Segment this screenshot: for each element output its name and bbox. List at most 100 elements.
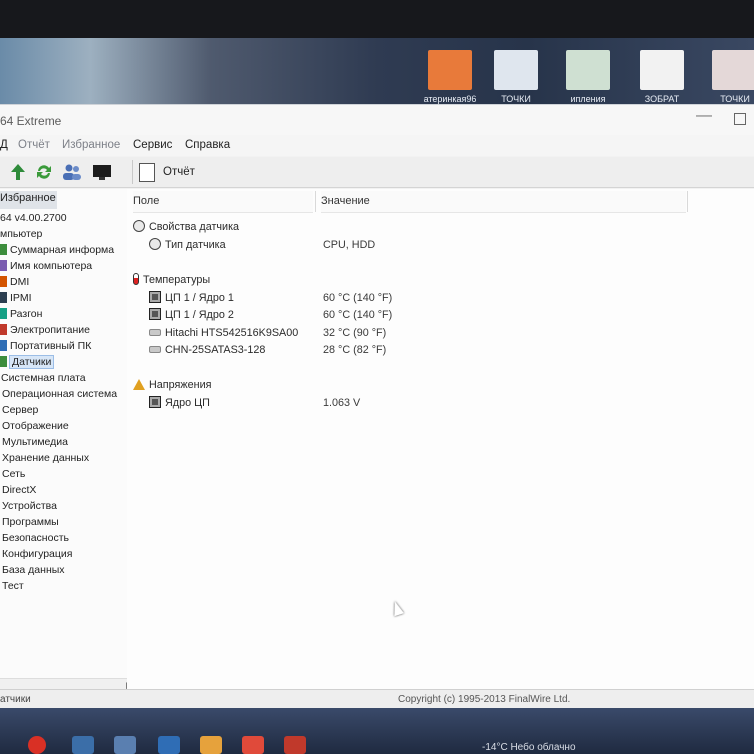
tree-item-label: Портативный ПК: [10, 340, 92, 352]
tree-item[interactable]: Разгон: [0, 307, 42, 322]
menu-service[interactable]: Сервис: [133, 139, 172, 151]
tree-item-label: 64 v4.00.2700: [0, 212, 67, 224]
menu-file[interactable]: Д: [0, 139, 8, 151]
sensor-row[interactable]: ЦП 1 / Ядро 1: [149, 290, 234, 306]
window-title: 64 Extreme: [0, 114, 62, 128]
menu-favorites[interactable]: Избранное: [62, 139, 120, 151]
tree-item-label: Сеть: [2, 468, 26, 480]
tree-item-label: DirectX: [2, 484, 37, 496]
tree-item[interactable]: Хранение данных: [2, 451, 89, 466]
desktop-image-icon[interactable]: [712, 50, 754, 90]
sensor-value: 32 °C (90 °F): [323, 326, 387, 339]
tree-item-label: IPMI: [10, 292, 32, 304]
refresh-icon[interactable]: [34, 163, 54, 181]
tree-item[interactable]: Отображение: [2, 419, 69, 434]
tree-item-label: Операционная система: [2, 388, 118, 400]
tree-item[interactable]: Операционная система: [2, 387, 117, 402]
screen-bezel: [0, 0, 754, 38]
sensor-row[interactable]: ЦП 1 / Ядро 2: [149, 307, 234, 323]
menu-report[interactable]: Отчёт: [18, 139, 50, 151]
column-separator[interactable]: [315, 191, 316, 212]
tree-item-icon: [0, 308, 7, 319]
app-icon[interactable]: [158, 736, 180, 754]
tree-item[interactable]: Безопасность: [2, 531, 69, 546]
sensor-field: CHN-25SATAS3-128: [165, 344, 266, 356]
tree-item-label: Мультимедиа: [2, 436, 68, 448]
sensor-field: Ядро ЦП: [165, 396, 210, 409]
tree-item[interactable]: Портативный ПК: [0, 339, 91, 354]
sensor-row[interactable]: CHN-25SATAS3-128: [149, 342, 265, 358]
desktop-image-icon[interactable]: [494, 50, 538, 90]
tree-item[interactable]: Суммарная информа: [0, 243, 114, 258]
app-icon[interactable]: [242, 736, 264, 754]
tree-item[interactable]: Устройства: [2, 499, 57, 514]
column-header-value[interactable]: Значение: [321, 191, 686, 213]
app-icon[interactable]: [72, 736, 94, 754]
users-icon[interactable]: [62, 163, 82, 181]
tree-item-label: Программы: [2, 516, 59, 528]
minimize-button[interactable]: —: [696, 107, 712, 125]
cpu-icon: [149, 308, 161, 320]
desktop-folder-icon[interactable]: [428, 50, 472, 90]
tree-item-label: Отображение: [2, 420, 69, 432]
section-header[interactable]: Температуры: [133, 272, 210, 288]
column-separator[interactable]: [687, 191, 688, 212]
monitor-icon[interactable]: [92, 163, 112, 181]
tree-item[interactable]: Мультимедиа: [2, 435, 68, 450]
tree-item[interactable]: База данных: [2, 563, 65, 578]
tree-item-label: Электропитание: [10, 324, 90, 336]
tree-item-label: База данных: [2, 564, 65, 576]
tree-item[interactable]: Имя компьютера: [0, 259, 92, 274]
tree-item[interactable]: Программы: [2, 515, 59, 530]
section-title: Температуры: [143, 273, 211, 286]
weather-tray-text[interactable]: -14°C Небо облачно: [482, 742, 576, 753]
tree-item[interactable]: Сеть: [2, 467, 25, 482]
desktop-document-icon[interactable]: [640, 50, 684, 90]
tree-item[interactable]: Датчики: [0, 355, 55, 370]
section-header[interactable]: Свойства датчика: [133, 219, 239, 235]
sensor-value: 1.063 V: [323, 396, 361, 409]
tree-item-label: Тест: [2, 580, 24, 592]
up-arrow-icon[interactable]: [8, 163, 28, 181]
tree-item-label: Системная плата: [1, 372, 86, 384]
tree-item[interactable]: DirectX: [2, 483, 36, 498]
sensor-row[interactable]: Ядро ЦП: [149, 395, 210, 411]
tree-item[interactable]: DMI: [0, 275, 29, 290]
tree-item[interactable]: Тест: [2, 579, 24, 594]
tree-item[interactable]: Конфигурация: [2, 547, 72, 562]
navigation-tree: Избранное 64 v4.00.2700 мпьютер Суммарная …: [0, 189, 139, 703]
toolbar: Отчёт: [0, 157, 754, 188]
column-header-field[interactable]: Поле: [133, 191, 313, 213]
maximize-button[interactable]: [734, 113, 746, 125]
hdd-icon: [149, 346, 161, 353]
section-header[interactable]: Напряжения: [133, 377, 211, 393]
tree-tab-favorites[interactable]: Избранное: [0, 191, 57, 209]
tree-item-icon: [0, 340, 7, 351]
tree-item[interactable]: Электропитание: [0, 323, 90, 338]
tree-item-label: Суммарная информа: [10, 244, 115, 256]
tree-item-label: Сервер: [2, 404, 39, 416]
tree-item-icon: [0, 260, 7, 271]
cpu-icon: [149, 290, 161, 303]
status-copyright: Copyright (c) 1995-2013 FinalWire Ltd.: [398, 694, 571, 705]
aida64-taskbar-icon[interactable]: [284, 736, 306, 754]
yandex-browser-icon[interactable]: [28, 736, 46, 754]
tree-item[interactable]: 64 v4.00.2700: [0, 211, 67, 226]
menu-help[interactable]: Справка: [185, 139, 230, 151]
sensor-row[interactable]: Тип датчика: [149, 237, 226, 253]
app-icon[interactable]: [200, 736, 222, 754]
tree-item[interactable]: Системная плата: [1, 371, 86, 386]
desktop-label: атеринкая96: [423, 94, 477, 104]
tree-item[interactable]: IPMI: [0, 291, 32, 306]
title-bar[interactable]: 64 Extreme —: [0, 105, 754, 135]
desktop-image-icon[interactable]: [566, 50, 610, 90]
app-icon[interactable]: [114, 736, 136, 754]
report-button[interactable]: Отчёт: [132, 160, 203, 184]
sensor-row[interactable]: Hitachi HTS542516K9SA00: [149, 325, 298, 341]
tree-item-label: Разгон: [10, 308, 43, 320]
cpu-icon: [149, 395, 161, 408]
tree-item[interactable]: мпьютер: [0, 227, 42, 242]
tree-item[interactable]: Сервер: [2, 403, 38, 418]
section-title: Свойства датчика: [149, 221, 240, 233]
sensor-value: 60 °C (140 °F): [323, 291, 393, 304]
